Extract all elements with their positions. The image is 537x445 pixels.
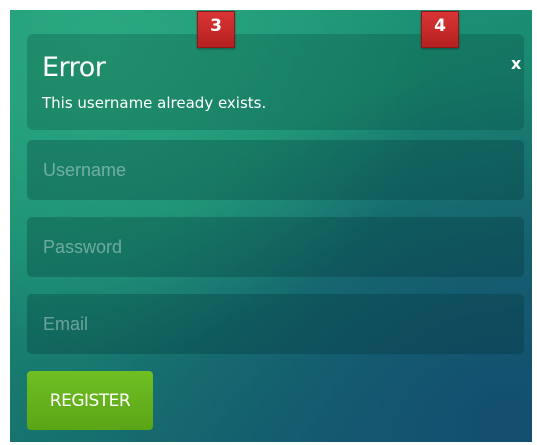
register-button[interactable]: REGISTER bbox=[27, 371, 153, 430]
password-input[interactable] bbox=[27, 217, 524, 277]
username-input[interactable] bbox=[27, 140, 524, 200]
alert-title: Error bbox=[42, 52, 106, 83]
annotation-marker-3: 3 bbox=[197, 11, 235, 48]
error-alert: Error This username already exists. x bbox=[27, 34, 524, 130]
annotation-marker-4: 4 bbox=[421, 11, 459, 48]
registration-panel: Error This username already exists. x RE… bbox=[10, 10, 532, 442]
close-icon[interactable]: x bbox=[511, 56, 521, 72]
alert-message: This username already exists. bbox=[42, 94, 267, 112]
page: Error This username already exists. x RE… bbox=[0, 0, 537, 445]
email-input[interactable] bbox=[27, 294, 524, 354]
